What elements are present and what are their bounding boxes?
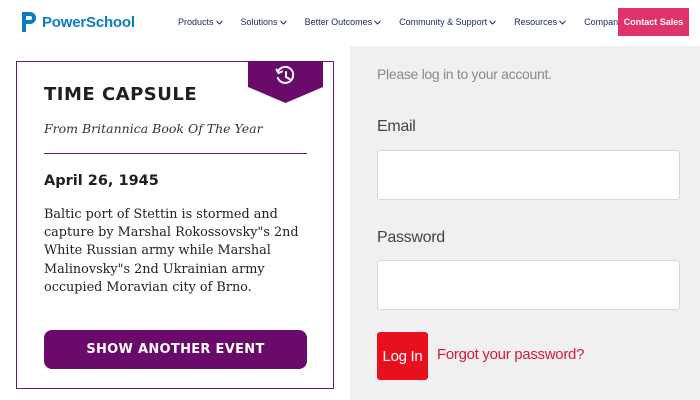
nav-item-label: Company [584,17,623,27]
site-header: PowerSchool Products Solutions Better Ou… [0,0,700,46]
nav-item-label: Solutions [240,17,278,27]
nav-item-label: Resources [514,17,558,27]
main-nav: Products Solutions Better Outcomes Commu… [178,17,650,27]
nav-item-label: Better Outcomes [304,17,373,27]
nav-item-label: Community & Support [399,17,488,27]
time-capsule-card: TIME CAPSULE From Britannica Book Of The… [16,61,334,389]
nav-item-solutions[interactable]: Solutions [241,17,287,27]
chevron-down-icon [559,19,567,25]
powerschool-logo[interactable]: PowerSchool [20,10,135,34]
login-panel: Please log in to your account. Email Pas… [350,46,700,400]
chevron-down-icon [215,19,223,25]
nav-item-products[interactable]: Products [178,17,223,27]
forgot-password-link[interactable]: Forgot your password? [437,346,584,363]
chevron-down-icon [489,19,497,25]
email-field[interactable] [377,150,680,200]
login-prompt: Please log in to your account. [377,66,552,82]
contact-sales-button[interactable]: Contact Sales [618,8,689,36]
history-clock-icon [248,61,323,103]
nav-item-better-outcomes[interactable]: Better Outcomes [305,17,382,27]
card-title: TIME CAPSULE [44,84,198,105]
event-description: Baltic port of Stettin is stormed and ca… [44,207,299,295]
email-label: Email [377,118,416,135]
login-button[interactable]: Log In [377,332,428,380]
nav-item-community-support[interactable]: Community & Support [399,17,497,27]
card-divider [44,153,307,154]
nav-item-resources[interactable]: Resources [514,17,567,27]
password-field[interactable] [377,260,680,310]
password-label: Password [377,229,445,246]
nav-item-label: Products [178,17,214,27]
event-date: April 26, 1945 [44,173,159,189]
powerschool-logo-icon [22,12,36,32]
chevron-down-icon [279,19,287,25]
logo-text: PowerSchool [42,13,135,31]
chevron-down-icon [374,19,381,25]
card-subtitle: From Britannica Book Of The Year [44,121,263,136]
show-another-event-button[interactable]: SHOW ANOTHER EVENT [44,330,307,369]
